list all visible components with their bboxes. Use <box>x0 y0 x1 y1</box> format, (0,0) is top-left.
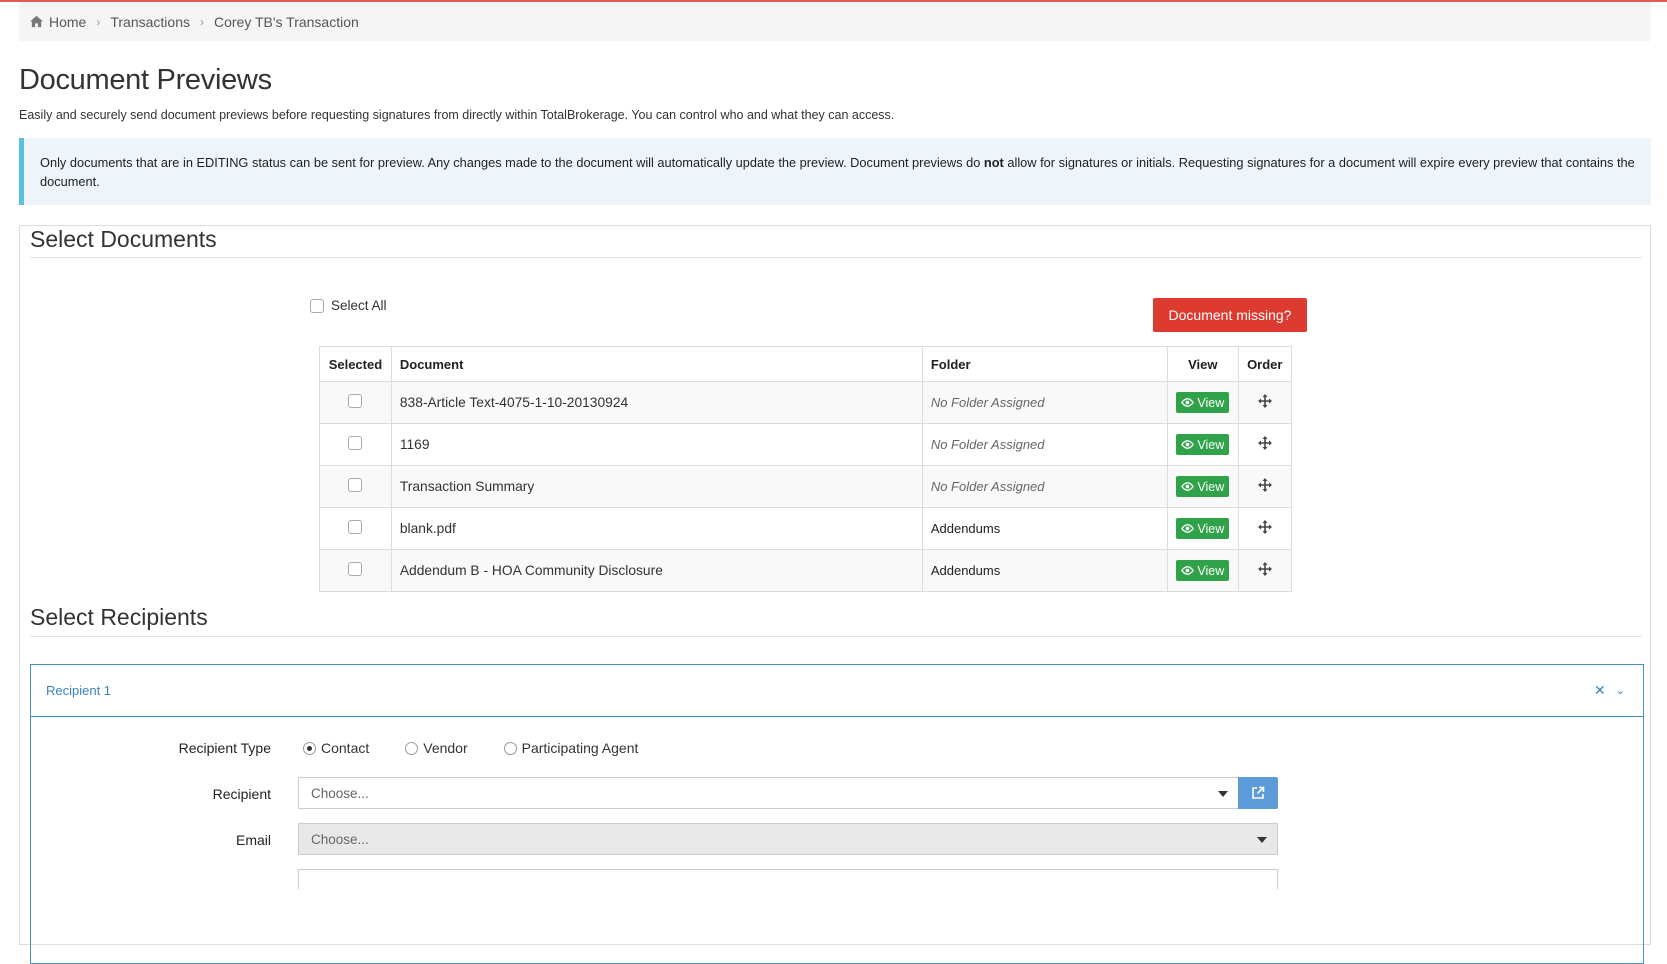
checkbox[interactable] <box>310 298 324 313</box>
document-name: Transaction Summary <box>390 465 923 508</box>
breadcrumb-home[interactable]: Home <box>29 14 86 30</box>
info-alert: Only documents that are in EDITING statu… <box>19 138 1651 205</box>
view-label: View <box>1197 479 1225 494</box>
recipient-type-radios: Contact Vendor Participating Agent <box>303 740 674 756</box>
eye-icon <box>1181 566 1195 575</box>
page-title: Document Previews <box>19 64 272 96</box>
recipient-placeholder: Choose... <box>311 785 369 801</box>
col-selected: Selected <box>319 346 392 382</box>
document-name: 1169 <box>390 423 923 466</box>
eye-icon <box>1181 440 1195 449</box>
folder-name: No Folder Assigned <box>930 395 1045 410</box>
select-documents-title: Select Documents <box>30 226 217 252</box>
recipient-type-label: Recipient Type <box>178 740 271 756</box>
table-row: blank.pdf Addendums View <box>319 507 1293 550</box>
breadcrumb: Home › Transactions › Corey TB's Transac… <box>19 2 1651 41</box>
document-name: blank.pdf <box>390 507 923 550</box>
breadcrumb-current: Corey TB's Transaction <box>213 13 359 30</box>
email-placeholder: Choose... <box>311 831 369 847</box>
move-icon[interactable] <box>1257 394 1272 408</box>
radio-contact[interactable]: Contact <box>303 740 369 756</box>
recipient-card-header[interactable]: Recipient 1 ✕ ⌄ <box>31 665 1643 717</box>
folder-name: No Folder Assigned <box>930 479 1045 494</box>
row-select-checkbox[interactable] <box>348 478 363 492</box>
chevron-right-icon: › <box>96 14 101 29</box>
page-subtitle: Easily and securely send document previe… <box>19 108 895 122</box>
move-icon[interactable] <box>1257 478 1272 492</box>
breadcrumb-home-label[interactable]: Home <box>49 14 86 30</box>
caret-down-icon <box>1257 837 1267 843</box>
next-field[interactable] <box>298 869 1278 889</box>
view-label: View <box>1197 563 1225 578</box>
col-view: View <box>1167 346 1239 382</box>
radio-participating-agent[interactable]: Participating Agent <box>503 740 639 756</box>
radio-label: Participating Agent <box>521 740 639 756</box>
external-link-icon <box>1252 786 1265 799</box>
eye-icon <box>1181 398 1195 407</box>
divider <box>30 257 1642 258</box>
table-row: 1169 No Folder Assigned View <box>319 423 1293 466</box>
caret-down-icon <box>1218 791 1228 797</box>
document-name: Addendum B - HOA Community Disclosure <box>390 549 923 592</box>
view-button[interactable]: View <box>1176 434 1230 455</box>
document-missing-button[interactable]: Document missing? <box>1153 298 1307 332</box>
row-select-checkbox[interactable] <box>348 562 363 576</box>
row-select-checkbox[interactable] <box>348 394 363 408</box>
documents-table: Selected Document Folder View Order 838-… <box>319 346 1293 592</box>
preview-panel: Select Documents Select All Document mis… <box>19 225 1651 964</box>
col-folder: Folder <box>921 346 1169 382</box>
email-select[interactable]: Choose... <box>298 823 1278 855</box>
view-label: View <box>1197 395 1225 410</box>
divider <box>30 636 1642 637</box>
select-all-label: Select All <box>331 298 387 313</box>
view-label: View <box>1197 437 1225 452</box>
document-name: 838-Article Text-4075-1-10-20130924 <box>390 381 923 424</box>
radio-vendor[interactable]: Vendor <box>405 740 468 756</box>
view-button[interactable]: View <box>1176 476 1230 497</box>
select-recipients-title: Select Recipients <box>30 604 208 630</box>
view-button[interactable]: View <box>1176 560 1230 581</box>
chevron-down-icon[interactable]: ⌄ <box>1616 684 1625 697</box>
table-row: Addendum B - HOA Community Disclosure Ad… <box>319 549 1293 592</box>
radio-button[interactable] <box>303 741 316 755</box>
table-row: Transaction Summary No Folder Assigned V… <box>319 465 1293 508</box>
recipient-card-title: Recipient 1 <box>46 683 112 698</box>
eye-icon <box>1181 482 1195 491</box>
table-header-row: Selected Document Folder View Order <box>319 346 1293 382</box>
email-label: Email <box>235 832 271 848</box>
recipient-card: Recipient 1 ✕ ⌄ Recipient Type Contact V… <box>30 664 1644 964</box>
col-order: Order <box>1237 346 1293 382</box>
folder-name: Addendums <box>930 563 1001 578</box>
move-icon[interactable] <box>1257 520 1272 534</box>
breadcrumb-transactions[interactable]: Transactions <box>110 14 190 30</box>
recipient-label: Recipient <box>212 786 271 802</box>
eye-icon <box>1181 524 1195 533</box>
home-icon <box>30 15 43 28</box>
folder-name: No Folder Assigned <box>930 437 1045 452</box>
select-all-checkbox[interactable]: Select All <box>310 298 387 313</box>
chevron-right-icon: › <box>199 14 204 29</box>
move-icon[interactable] <box>1257 436 1272 450</box>
view-label: View <box>1197 521 1225 536</box>
open-recipient-button[interactable] <box>1238 777 1278 809</box>
radio-label: Contact <box>321 740 370 756</box>
move-icon[interactable] <box>1257 562 1272 576</box>
radio-button[interactable] <box>405 741 419 755</box>
radio-button[interactable] <box>503 741 517 755</box>
radio-label: Vendor <box>423 740 468 756</box>
view-button[interactable]: View <box>1176 392 1230 413</box>
folder-name: Addendums <box>930 521 1001 536</box>
close-icon[interactable]: ✕ <box>1594 682 1606 699</box>
col-document: Document <box>390 346 923 382</box>
info-text-bold: not <box>983 155 1004 170</box>
table-row: 838-Article Text-4075-1-10-20130924 No F… <box>319 381 1293 424</box>
info-text-part1: Only documents that are in EDITING statu… <box>40 155 984 170</box>
view-button[interactable]: View <box>1176 518 1230 539</box>
row-select-checkbox[interactable] <box>348 436 363 450</box>
row-select-checkbox[interactable] <box>348 520 363 534</box>
recipient-select[interactable]: Choose... <box>298 777 1239 809</box>
